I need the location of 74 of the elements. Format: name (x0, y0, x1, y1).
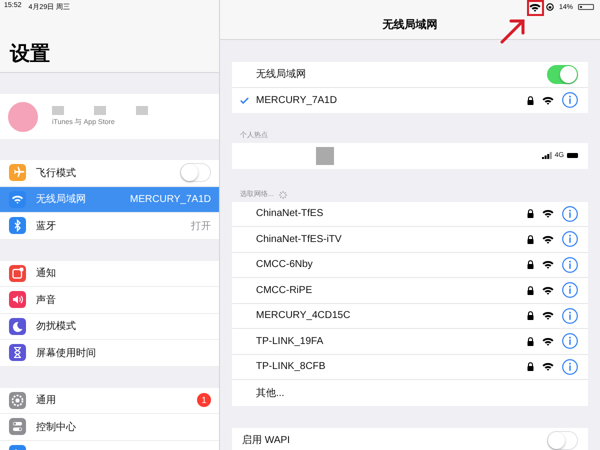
network-row[interactable]: MERCURY_4CD15C (232, 304, 588, 329)
other-network-row[interactable]: 其他... (232, 380, 588, 406)
battery-icon (567, 153, 578, 158)
info-icon[interactable] (562, 92, 578, 108)
item-label: 通知 (36, 266, 57, 280)
info-icon[interactable] (562, 333, 578, 350)
settings-item[interactable]: 飞行模式 (0, 160, 219, 186)
nav-title: 无线局域网 (382, 18, 438, 32)
wifi-icon (542, 209, 554, 218)
lock-icon (527, 96, 534, 105)
network-name: CMCC-RiPE (256, 284, 314, 296)
info-icon[interactable] (562, 206, 578, 222)
network-row[interactable]: MERCURY_7A1D (232, 88, 588, 113)
redacted-block (94, 106, 106, 115)
wifi-icon (542, 286, 554, 295)
page-title: 设置 (10, 42, 50, 67)
item-label: 勿扰模式 (36, 320, 77, 334)
network-name: MERCURY_4CD15C (256, 310, 352, 322)
info-icon[interactable] (562, 231, 578, 248)
settings-item[interactable]: 蓝牙 打开 (0, 213, 219, 240)
wifi-icon (542, 336, 554, 346)
spinner-icon (278, 190, 287, 198)
settings-item[interactable]: 通知 (0, 260, 219, 287)
highlight-frame (527, 0, 544, 16)
info-icon[interactable] (562, 282, 578, 298)
item-label: 飞行模式 (36, 166, 77, 180)
redacted-block (136, 106, 148, 115)
toggle-label: 启用 WAPI (242, 434, 291, 448)
network-row[interactable]: TP-LINK_19FA (232, 329, 588, 354)
item-label: 无线局域网 (36, 192, 87, 206)
item-label: 控制中心 (36, 420, 77, 434)
info-icon[interactable] (562, 358, 578, 375)
item-label: 屏幕使用时间 (36, 346, 97, 360)
item-label: 通用 (36, 394, 57, 408)
wifi-icon (542, 362, 554, 372)
wifi-icon (542, 96, 554, 105)
cellular-signal-icon (542, 152, 552, 160)
network-name: CMCC-6Nby (256, 259, 314, 270)
arrow-annotation (500, 18, 526, 44)
network-name: ChinaNet-TfES-iTV (256, 234, 343, 245)
network-row[interactable]: ChinaNet-TfES (232, 202, 588, 227)
toggle-label: 无线局域网 (256, 68, 307, 82)
network-row[interactable]: TP-LINK_8CFB (232, 354, 588, 380)
redacted-block (316, 146, 334, 165)
item-label: 声音 (36, 294, 57, 307)
network-name: MERCURY_7A1D (256, 94, 338, 106)
network-name: TP-LINK_8CFB (256, 361, 326, 372)
toggle-switch[interactable] (180, 163, 211, 182)
rotation-lock-icon (546, 3, 554, 11)
wifi-icon (542, 260, 554, 270)
setting-value: MERCURY_7A1D (130, 194, 211, 205)
network-row[interactable]: ChinaNet-TfES-iTV (232, 227, 588, 252)
toggle-switch[interactable] (547, 64, 578, 84)
battery-icon (578, 4, 594, 10)
settings-item[interactable]: 声音 (0, 287, 219, 314)
redacted-block (52, 106, 64, 115)
network-name: TP-LINK_19FA (256, 336, 324, 347)
toggle-switch[interactable] (547, 430, 578, 450)
settings-item[interactable]: 控制中心 (0, 414, 219, 440)
settings-item[interactable]: 勿扰模式 (0, 314, 219, 340)
network-name: ChinaNet-TfES (256, 208, 324, 220)
info-icon[interactable] (562, 256, 578, 273)
network-row[interactable]: CMCC-RiPE (232, 278, 588, 304)
notification-badge: 1 (197, 393, 211, 408)
wifi-icon (542, 234, 554, 244)
settings-item[interactable]: 通用 1 (0, 388, 219, 414)
settings-item[interactable]: 屏幕使用时间 (0, 340, 219, 366)
info-icon[interactable] (562, 308, 578, 324)
wifi-icon (542, 311, 554, 320)
item-label: 蓝牙 (36, 220, 57, 233)
setting-value: 打开 (191, 220, 211, 233)
wifi-icon (528, 2, 541, 12)
network-row[interactable]: CMCC-6Nby (232, 252, 588, 278)
avatar (8, 102, 38, 132)
